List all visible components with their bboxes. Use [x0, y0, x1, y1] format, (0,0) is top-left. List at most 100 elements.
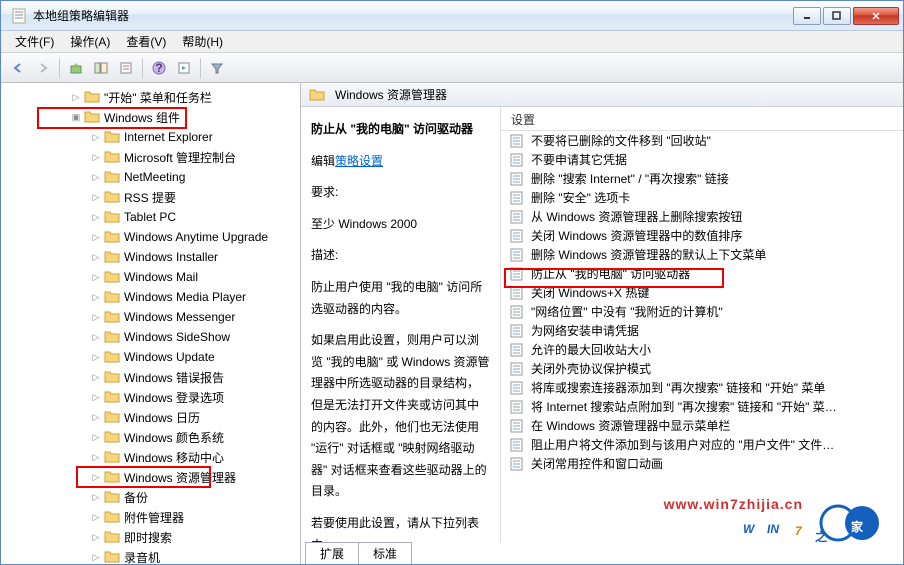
folder-icon — [309, 88, 325, 102]
settings-column-header[interactable]: 设置 — [501, 107, 903, 131]
expand-icon[interactable]: ▷ — [91, 252, 101, 262]
setting-item[interactable]: 阻止用户将文件添加到与该用户对应的 "用户文件" 文件… — [501, 435, 903, 454]
tree-item[interactable]: ▷附件管理器 — [1, 507, 300, 527]
action-button[interactable] — [173, 57, 195, 79]
setting-item[interactable]: 将库或搜索连接器添加到 "再次搜索" 链接和 "开始" 菜单 — [501, 378, 903, 397]
folder-icon — [104, 150, 120, 164]
close-button[interactable] — [853, 7, 899, 25]
setting-label: 从 Windows 资源管理器上删除搜索按钮 — [531, 208, 742, 225]
tree-item[interactable]: ▷Internet Explorer — [1, 127, 300, 147]
expand-icon[interactable]: ▷ — [71, 92, 81, 102]
expand-icon[interactable]: ▷ — [91, 232, 101, 242]
edit-policy-link[interactable]: 策略设置 — [335, 154, 383, 168]
expand-icon[interactable]: ▷ — [91, 492, 101, 502]
setting-label: 允许的最大回收站大小 — [531, 341, 651, 358]
expand-icon[interactable]: ▷ — [91, 372, 101, 382]
tree-item[interactable]: ▷Windows 移动中心 — [1, 447, 300, 467]
tree-item-start-menu[interactable]: ▷ "开始" 菜单和任务栏 — [1, 87, 300, 107]
policy-icon — [509, 381, 525, 395]
menu-view[interactable]: 查看(V) — [118, 31, 174, 52]
tab-standard[interactable]: 标准 — [358, 542, 412, 564]
expand-icon[interactable]: ▷ — [91, 552, 101, 562]
back-button[interactable] — [7, 57, 29, 79]
setting-label: 将库或搜索连接器添加到 "再次搜索" 链接和 "开始" 菜单 — [531, 379, 825, 396]
tree-item[interactable]: ▷Windows Messenger — [1, 307, 300, 327]
collapse-icon[interactable]: ▣ — [71, 112, 81, 122]
tree-item[interactable]: ▷Windows 资源管理器 — [1, 467, 300, 487]
filter-button[interactable] — [206, 57, 228, 79]
expand-icon[interactable]: ▷ — [91, 152, 101, 162]
tree-item[interactable]: ▷录音机 — [1, 547, 300, 564]
setting-item[interactable]: 不要申请其它凭据 — [501, 150, 903, 169]
setting-item[interactable]: 从 Windows 资源管理器上删除搜索按钮 — [501, 207, 903, 226]
setting-item[interactable]: "网络位置" 中没有 "我附近的计算机" — [501, 302, 903, 321]
setting-item[interactable]: 不要将已删除的文件移到 "回收站" — [501, 131, 903, 150]
expand-icon[interactable]: ▷ — [91, 532, 101, 542]
expand-icon[interactable]: ▷ — [91, 392, 101, 402]
setting-item[interactable]: 关闭 Windows 资源管理器中的数值排序 — [501, 226, 903, 245]
tree-item[interactable]: ▷Windows 日历 — [1, 407, 300, 427]
expand-icon[interactable]: ▷ — [91, 172, 101, 182]
tree-pane[interactable]: ▷ "开始" 菜单和任务栏 ▣ Windows 组件 ▷Internet Exp… — [1, 83, 301, 564]
expand-icon[interactable]: ▷ — [91, 452, 101, 462]
menu-action[interactable]: 操作(A) — [62, 31, 118, 52]
expand-icon[interactable]: ▷ — [91, 432, 101, 442]
expand-icon[interactable]: ▷ — [91, 272, 101, 282]
expand-icon[interactable]: ▷ — [91, 352, 101, 362]
right-header-title: Windows 资源管理器 — [335, 86, 447, 103]
setting-item[interactable]: 防止从 "我的电脑" 访问驱动器 — [501, 264, 903, 283]
policy-icon — [509, 400, 525, 414]
expand-icon[interactable]: ▷ — [91, 332, 101, 342]
expand-icon[interactable]: ▷ — [91, 412, 101, 422]
tree-item[interactable]: ▷RSS 提要 — [1, 187, 300, 207]
tree-item[interactable]: ▷备份 — [1, 487, 300, 507]
setting-item[interactable]: 关闭常用控件和窗口动画 — [501, 454, 903, 473]
expand-icon[interactable]: ▷ — [91, 312, 101, 322]
tree-item[interactable]: ▷Windows Mail — [1, 267, 300, 287]
setting-item[interactable]: 关闭外壳协议保护模式 — [501, 359, 903, 378]
policy-icon — [509, 324, 525, 338]
menu-file[interactable]: 文件(F) — [7, 31, 62, 52]
tree-item-windows-components[interactable]: ▣ Windows 组件 — [1, 107, 300, 127]
setting-item[interactable]: 关闭 Windows+X 热键 — [501, 283, 903, 302]
up-button[interactable] — [65, 57, 87, 79]
expand-icon[interactable]: ▷ — [91, 472, 101, 482]
expand-icon[interactable]: ▷ — [91, 192, 101, 202]
help-button[interactable]: ? — [148, 57, 170, 79]
folder-icon — [104, 310, 120, 324]
setting-item[interactable]: 将 Internet 搜索站点附加到 "再次搜索" 链接和 "开始" 菜… — [501, 397, 903, 416]
forward-button[interactable] — [32, 57, 54, 79]
setting-item[interactable]: 允许的最大回收站大小 — [501, 340, 903, 359]
tree-item[interactable]: ▷Windows Installer — [1, 247, 300, 267]
menu-help[interactable]: 帮助(H) — [174, 31, 231, 52]
settings-list[interactable]: 不要将已删除的文件移到 "回收站"不要申请其它凭据删除 "搜索 Internet… — [501, 131, 903, 542]
expand-icon[interactable]: ▷ — [91, 212, 101, 222]
expand-icon[interactable]: ▷ — [91, 132, 101, 142]
tree-item[interactable]: ▷Windows 颜色系统 — [1, 427, 300, 447]
properties-button[interactable] — [115, 57, 137, 79]
show-hide-button[interactable] — [90, 57, 112, 79]
tree-item[interactable]: ▷Windows SideShow — [1, 327, 300, 347]
tree-item[interactable]: ▷Microsoft 管理控制台 — [1, 147, 300, 167]
tree-item[interactable]: ▷NetMeeting — [1, 167, 300, 187]
setting-item[interactable]: 删除 "安全" 选项卡 — [501, 188, 903, 207]
expand-icon[interactable]: ▷ — [91, 512, 101, 522]
maximize-button[interactable] — [823, 7, 851, 25]
expand-icon[interactable]: ▷ — [91, 292, 101, 302]
setting-item[interactable]: 删除 Windows 资源管理器的默认上下文菜单 — [501, 245, 903, 264]
minimize-button[interactable] — [793, 7, 821, 25]
requirement-value: 至少 Windows 2000 — [311, 214, 490, 236]
setting-item[interactable]: 在 Windows 资源管理器中显示菜单栏 — [501, 416, 903, 435]
tree-item[interactable]: ▷Tablet PC — [1, 207, 300, 227]
setting-label: 为网络安装申请凭据 — [531, 322, 639, 339]
tree-item[interactable]: ▷Windows Update — [1, 347, 300, 367]
tree-item[interactable]: ▷Windows Anytime Upgrade — [1, 227, 300, 247]
tree-item[interactable]: ▷Windows 登录选项 — [1, 387, 300, 407]
setting-item[interactable]: 删除 "搜索 Internet" / "再次搜索" 链接 — [501, 169, 903, 188]
tree-item[interactable]: ▷Windows 错误报告 — [1, 367, 300, 387]
tab-extended[interactable]: 扩展 — [305, 542, 359, 564]
policy-icon — [509, 172, 525, 186]
tree-item[interactable]: ▷即时搜索 — [1, 527, 300, 547]
setting-item[interactable]: 为网络安装申请凭据 — [501, 321, 903, 340]
tree-item[interactable]: ▷Windows Media Player — [1, 287, 300, 307]
